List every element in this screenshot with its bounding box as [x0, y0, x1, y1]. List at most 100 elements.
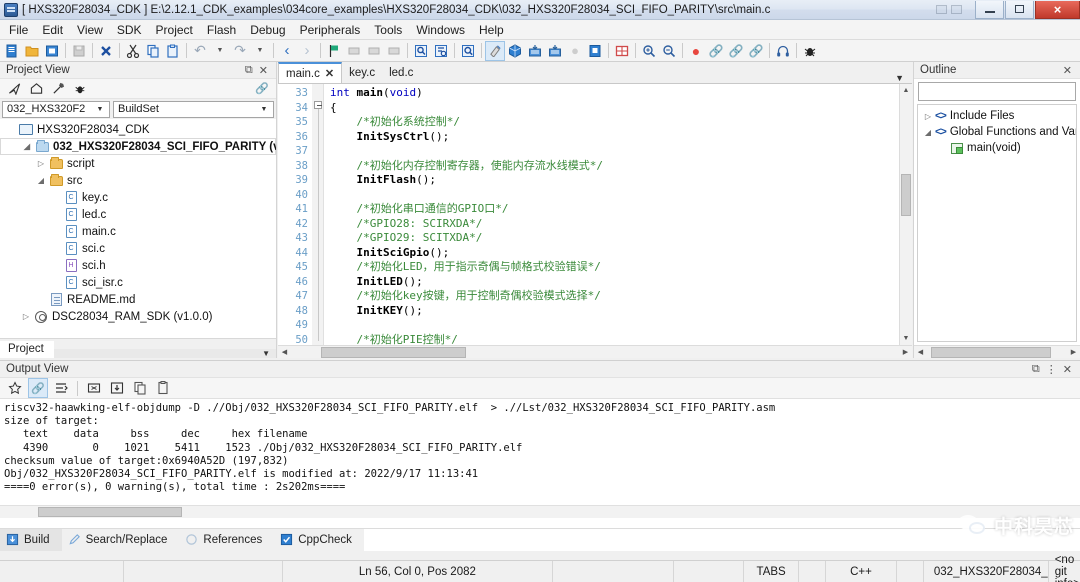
stop-build-icon[interactable]: ●	[565, 41, 585, 61]
tree-item[interactable]: ◢ 032_HXS320F28034_SCI_FIFO_PARITY (v1.0.…	[0, 138, 276, 155]
bug-icon[interactable]	[70, 79, 90, 99]
outline-item[interactable]: main(void)	[918, 140, 1076, 156]
menu-sdk[interactable]: SDK	[110, 21, 149, 39]
build-tools-icon[interactable]	[48, 79, 68, 99]
output-log-text[interactable]: riscv32-haawking-elf-objdump -D .//Obj/0…	[0, 399, 1080, 502]
close-button[interactable]: ×	[1035, 0, 1080, 19]
bookmark-clear-icon[interactable]	[384, 41, 404, 61]
tree-item[interactable]: Cled.c	[0, 206, 276, 223]
find-in-files-icon[interactable]	[458, 41, 478, 61]
tab-references[interactable]: References	[179, 529, 274, 551]
tree-item[interactable]: Cmain.c	[0, 223, 276, 240]
save-output-icon[interactable]	[107, 378, 127, 398]
bookmark-next-icon[interactable]	[364, 41, 384, 61]
scroll-down-icon[interactable]: ▼	[900, 332, 912, 345]
new-file-icon[interactable]	[2, 41, 22, 61]
redo-dropdown-icon[interactable]: ▼	[250, 41, 270, 61]
bookmark-flag-icon[interactable]	[324, 41, 344, 61]
menu-icon[interactable]: ⋮	[1046, 363, 1057, 376]
editor-horizontal-scrollbar[interactable]: ◀ ▶	[278, 345, 912, 358]
close-icon[interactable]: ✕	[1063, 363, 1072, 376]
zoom-out-icon[interactable]	[659, 41, 679, 61]
copy-icon[interactable]	[143, 41, 163, 61]
status-tabs-mode[interactable]: TABS	[744, 560, 800, 582]
project-tree[interactable]: HXS320F28034_CDK ◢ 032_HXS320F28034_SCI_FI…	[0, 119, 276, 338]
tab-cppcheck[interactable]: CppCheck	[274, 529, 364, 551]
tree-twisty-icon[interactable]: ▷	[19, 312, 33, 321]
buildset-selector[interactable]: BuildSet ▼	[113, 100, 274, 118]
outline-horizontal-scrollbar[interactable]: ◀ ▶	[914, 345, 1080, 358]
project-selector[interactable]: 032_HXS320F2 ▼	[2, 100, 110, 118]
h-scroll-thumb[interactable]	[321, 346, 466, 358]
code-fold-column[interactable]	[312, 84, 324, 345]
scroll-left-icon[interactable]: ◀	[278, 348, 291, 356]
tree-item[interactable]: Csci.c	[0, 240, 276, 257]
download-icon[interactable]	[525, 41, 545, 61]
project-settings-icon[interactable]	[585, 41, 605, 61]
code-text[interactable]: int main(void){ /*初始化系统控制*/ InitSysCtrl(…	[324, 84, 899, 345]
clear-output-icon[interactable]	[84, 378, 104, 398]
outline-item[interactable]: ◢ <> Global Functions and Vari	[918, 124, 1076, 140]
open-folder-icon[interactable]	[22, 41, 42, 61]
tree-twisty-icon[interactable]: ▷	[34, 159, 48, 168]
close-icon[interactable]: ✕	[1063, 64, 1072, 77]
download-all-icon[interactable]	[545, 41, 565, 61]
close-all-icon[interactable]	[96, 41, 116, 61]
home-icon[interactable]	[26, 79, 46, 99]
tree-item[interactable]: Hsci.h	[0, 257, 276, 274]
save-icon[interactable]	[69, 41, 89, 61]
outline-twisty-icon[interactable]: ▷	[921, 112, 935, 121]
scroll-up-icon[interactable]: ▲	[900, 84, 912, 97]
undock-icon[interactable]: ⧉	[245, 64, 253, 77]
outline-item[interactable]: ▷ <> Include Files	[918, 108, 1076, 124]
tree-item[interactable]: Ckey.c	[0, 189, 276, 206]
cut-icon[interactable]	[123, 41, 143, 61]
undo-dropdown-icon[interactable]: ▼	[210, 41, 230, 61]
maximize-button[interactable]	[1005, 0, 1034, 19]
project-tabs-overflow[interactable]: ▼	[53, 349, 276, 358]
h-scroll-track[interactable]	[927, 346, 1067, 358]
outline-twisty-icon[interactable]: ◢	[921, 128, 935, 137]
tree-item[interactable]: HXS320F28034_CDK	[0, 121, 276, 138]
link2-icon[interactable]: 🔗	[726, 41, 746, 61]
status-project[interactable]: 032_HXS320F28034_	[924, 560, 1049, 582]
redo-icon[interactable]: ↷	[230, 41, 250, 61]
close-icon[interactable]: ✕	[325, 67, 334, 80]
tree-item[interactable]: README.md	[0, 291, 276, 308]
navigate-icon[interactable]	[4, 79, 24, 99]
scroll-left-icon[interactable]: ◀	[914, 348, 927, 356]
bookmark-prev-icon[interactable]	[344, 41, 364, 61]
favorite-star-icon[interactable]	[5, 378, 25, 398]
copy-all-icon[interactable]	[153, 378, 173, 398]
editor-vertical-scrollbar[interactable]: ▲ ▼	[899, 84, 912, 345]
memory-view-icon[interactable]	[612, 41, 632, 61]
tab-key-c[interactable]: key.c	[342, 62, 383, 83]
h-scroll-track[interactable]	[291, 346, 899, 358]
tab-project[interactable]: Project	[0, 341, 54, 358]
scroll-thumb[interactable]	[901, 174, 911, 216]
editor-tab-list-dropdown[interactable]: ▼	[420, 73, 912, 83]
menu-edit[interactable]: Edit	[35, 21, 70, 39]
menu-project[interactable]: Project	[149, 21, 200, 39]
menu-peripherals[interactable]: Peripherals	[293, 21, 368, 39]
debug-headset-icon[interactable]	[773, 41, 793, 61]
menu-flash[interactable]: Flash	[200, 21, 243, 39]
fold-toggle-icon[interactable]	[314, 101, 322, 109]
outline-tree[interactable]: ▷ <> Include Files ◢ <> Global Functions and …	[917, 104, 1077, 342]
tab-build[interactable]: Build	[0, 528, 62, 551]
link3-icon[interactable]: 🔗	[746, 41, 766, 61]
scroll-right-icon[interactable]: ▶	[1067, 348, 1080, 356]
wrap-lines-icon[interactable]	[51, 378, 71, 398]
tab-led-c[interactable]: led.c	[382, 62, 421, 83]
tree-item[interactable]: ▷ DSC28034_RAM_SDK (v1.0.0)	[0, 308, 276, 325]
scroll-right-icon[interactable]: ▶	[899, 348, 912, 356]
outline-filter-input[interactable]	[918, 82, 1076, 101]
build-icon[interactable]	[485, 40, 505, 61]
close-icon[interactable]: ✕	[259, 64, 268, 77]
open-file-icon[interactable]	[42, 41, 62, 61]
tree-item[interactable]: Csci_isr.c	[0, 274, 276, 291]
nav-forward-icon[interactable]: ›	[297, 41, 317, 61]
menu-file[interactable]: File	[2, 21, 35, 39]
status-language[interactable]: C++	[826, 560, 897, 582]
tree-item[interactable]: ◢ src	[0, 172, 276, 189]
